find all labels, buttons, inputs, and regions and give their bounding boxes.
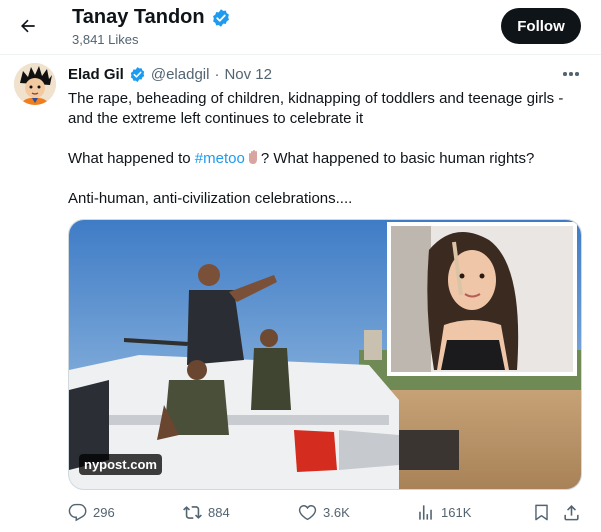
back-arrow-icon bbox=[21, 19, 35, 33]
raised-hand-emoji bbox=[248, 150, 257, 164]
likes-count: 3,841 Likes bbox=[72, 32, 139, 47]
tweet-media[interactable]: nypost.com bbox=[68, 219, 582, 490]
profile-name-row: Tanay Tandon bbox=[72, 6, 231, 29]
views-icon bbox=[419, 504, 432, 520]
tweet-paragraph-1: The rape, beheading of children, kidnapp… bbox=[68, 90, 564, 127]
reply-icon bbox=[68, 503, 87, 521]
views-button[interactable]: 161K bbox=[416, 500, 471, 524]
views-count: 161K bbox=[441, 504, 472, 520]
author-name[interactable]: Elad Gil bbox=[68, 66, 124, 83]
tweet-timestamp[interactable]: Nov 12 bbox=[224, 66, 272, 83]
verified-badge-icon bbox=[130, 67, 145, 82]
repost-icon bbox=[183, 505, 202, 519]
verified-badge-icon bbox=[212, 8, 229, 27]
media-source-label: nypost.com bbox=[79, 454, 162, 475]
tweet-actions: 296 884 3.6K 161K bbox=[68, 500, 582, 524]
back-button[interactable] bbox=[14, 12, 42, 40]
tweet-text-segment: ? What happened to basic human rights? bbox=[260, 150, 535, 167]
separator-dot: · bbox=[214, 66, 220, 83]
like-icon bbox=[298, 504, 317, 520]
tweet-paragraph-2: What happened to #metoo ? What happened … bbox=[68, 149, 583, 169]
tweet-paragraph-3: Anti-human, anti-civilization celebratio… bbox=[68, 190, 353, 207]
header-divider bbox=[0, 54, 601, 55]
reply-button[interactable]: 296 bbox=[68, 500, 115, 524]
tweet-header: Elad Gil @eladgil · Nov 12 bbox=[68, 66, 272, 83]
share-icon bbox=[564, 504, 579, 520]
repost-button[interactable]: 884 bbox=[183, 500, 230, 524]
tweet-text-segment: What happened to bbox=[68, 150, 195, 167]
share-button[interactable] bbox=[562, 500, 581, 524]
more-options-button[interactable] bbox=[560, 66, 582, 82]
bookmark-icon bbox=[535, 504, 548, 520]
avatar[interactable] bbox=[14, 63, 56, 105]
more-icon bbox=[563, 72, 567, 76]
tweet-text: The rape, beheading of children, kidnapp… bbox=[68, 89, 583, 209]
author-handle[interactable]: @eladgil bbox=[151, 66, 210, 83]
repost-count: 884 bbox=[208, 504, 230, 520]
like-count: 3.6K bbox=[323, 504, 350, 520]
profile-name: Tanay Tandon bbox=[72, 6, 205, 28]
profile-header: Tanay Tandon 3,841 Likes Follow bbox=[0, 0, 601, 54]
reply-count: 296 bbox=[93, 504, 115, 520]
like-button[interactable]: 3.6K bbox=[298, 500, 350, 524]
follow-button[interactable]: Follow bbox=[501, 8, 581, 44]
hashtag-link[interactable]: #metoo bbox=[195, 150, 245, 167]
media-image bbox=[69, 220, 581, 489]
bookmark-button[interactable] bbox=[532, 500, 551, 524]
